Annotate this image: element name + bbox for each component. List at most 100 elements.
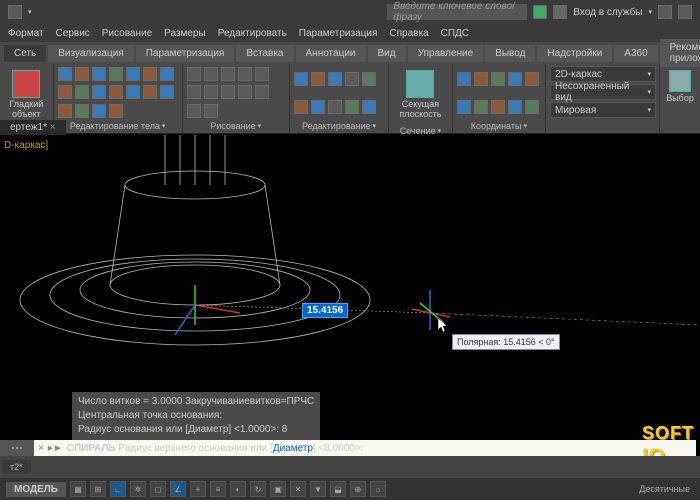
- tool-icon[interactable]: [160, 85, 174, 99]
- cycling-toggle[interactable]: ↻: [250, 481, 266, 497]
- filter-toggle[interactable]: ▼: [310, 481, 326, 497]
- tool-icon[interactable]: [126, 85, 140, 99]
- signin-link[interactable]: Вход в службы: [573, 7, 642, 18]
- tool-icon[interactable]: [362, 100, 376, 114]
- tool-icon[interactable]: [508, 100, 522, 114]
- tool-icon[interactable]: [491, 100, 505, 114]
- search-icon[interactable]: [533, 5, 547, 19]
- tool-icon[interactable]: [255, 67, 269, 81]
- tool-icon[interactable]: [58, 104, 72, 118]
- tool-icon[interactable]: [221, 67, 235, 81]
- tool-icon[interactable]: [204, 67, 218, 81]
- tool-icon[interactable]: [143, 85, 157, 99]
- keyword-search[interactable]: Введите ключевое слово/фразу: [387, 4, 527, 20]
- tool-icon[interactable]: [525, 100, 539, 114]
- ortho-toggle[interactable]: ∟: [110, 481, 126, 497]
- dynamic-input-value[interactable]: 15.4156: [302, 303, 348, 318]
- section-plane-button[interactable]: Секущая плоскость: [393, 66, 448, 124]
- help-icon[interactable]: [678, 5, 692, 19]
- tool-icon[interactable]: [160, 67, 174, 81]
- tool-icon[interactable]: [491, 72, 505, 86]
- tool-icon[interactable]: [311, 100, 325, 114]
- signin-icon[interactable]: [553, 5, 567, 19]
- tool-icon[interactable]: [294, 72, 308, 86]
- lineweight-toggle[interactable]: ≡: [210, 481, 226, 497]
- tool-icon[interactable]: [238, 67, 252, 81]
- tool-icon[interactable]: [92, 104, 106, 118]
- tool-icon[interactable]: [328, 72, 342, 86]
- tool-icon[interactable]: [294, 100, 308, 114]
- tool-icon[interactable]: [75, 67, 89, 81]
- qat-icon[interactable]: [8, 5, 22, 19]
- tool-icon[interactable]: [143, 67, 157, 81]
- tab-parametric[interactable]: Параметризация: [136, 45, 235, 62]
- tool-icon[interactable]: [525, 72, 539, 86]
- menu-parametric[interactable]: Параметризация: [299, 28, 378, 39]
- tab-featured[interactable]: Рекомендованные приложения: [660, 39, 700, 67]
- tab-addins[interactable]: Надстройки: [537, 45, 612, 62]
- tool-icon[interactable]: [457, 72, 471, 86]
- tool-icon[interactable]: [126, 67, 140, 81]
- tool-icon[interactable]: [362, 72, 376, 86]
- tool-icon[interactable]: [457, 100, 471, 114]
- tool-icon[interactable]: [255, 85, 269, 99]
- command-line-handle[interactable]: [0, 440, 34, 456]
- tab-render[interactable]: Визуализация: [48, 45, 133, 62]
- tool-icon[interactable]: [109, 85, 123, 99]
- workspace-toggle[interactable]: ☼: [370, 481, 386, 497]
- tab-manage[interactable]: Управление: [408, 45, 484, 62]
- exchange-icon[interactable]: [658, 5, 672, 19]
- tool-icon[interactable]: [474, 72, 488, 86]
- document-tab[interactable]: ертеж1*: [0, 120, 66, 135]
- tool-icon[interactable]: [328, 100, 342, 114]
- tool-icon[interactable]: [109, 67, 123, 81]
- smooth-object-button[interactable]: Гладкий объект: [4, 66, 49, 124]
- ribbon-label-modify[interactable]: Редактирование: [294, 119, 384, 131]
- tab-view[interactable]: Вид: [368, 45, 406, 62]
- tool-icon[interactable]: [345, 72, 359, 86]
- tool-icon[interactable]: [187, 85, 201, 99]
- units-readout[interactable]: Десятичные: [635, 484, 694, 494]
- tool-icon[interactable]: [345, 100, 359, 114]
- tab-a360[interactable]: A360: [614, 45, 657, 62]
- qat-arrow[interactable]: ▾: [28, 8, 32, 16]
- tool-icon[interactable]: [508, 72, 522, 86]
- 3dosnap-toggle[interactable]: ▣: [270, 481, 286, 497]
- tool-icon[interactable]: [75, 104, 89, 118]
- tool-icon[interactable]: [204, 85, 218, 99]
- menu-format[interactable]: Формат: [8, 28, 44, 39]
- tab-insert[interactable]: Вставка: [236, 45, 293, 62]
- ucs-dropdown[interactable]: Мировая: [550, 102, 656, 118]
- dynucs-toggle[interactable]: ✕: [290, 481, 306, 497]
- menu-edit[interactable]: Редактировать: [218, 28, 287, 39]
- tool-icon[interactable]: [204, 104, 218, 118]
- tool-icon[interactable]: [311, 72, 325, 86]
- tool-icon[interactable]: [187, 104, 201, 118]
- tab-annotate[interactable]: Аннотации: [296, 45, 366, 62]
- dyn-input-toggle[interactable]: +: [190, 481, 206, 497]
- visual-style-dropdown[interactable]: 2D-каркас: [550, 66, 656, 82]
- model-space-button[interactable]: МОДЕЛЬ: [6, 482, 66, 497]
- select-button[interactable]: Выбор: [664, 66, 696, 108]
- menu-service[interactable]: Сервис: [56, 28, 90, 39]
- polar-toggle[interactable]: ✲: [130, 481, 146, 497]
- menu-dimensions[interactable]: Размеры: [164, 28, 206, 39]
- tool-icon[interactable]: [92, 85, 106, 99]
- snap-toggle[interactable]: ⊞: [90, 481, 106, 497]
- tool-icon[interactable]: [58, 67, 72, 81]
- transparency-toggle[interactable]: ◐: [230, 481, 246, 497]
- ribbon-label-draw[interactable]: Рисование: [187, 119, 285, 131]
- tool-icon[interactable]: [92, 67, 106, 81]
- tool-icon[interactable]: [58, 85, 72, 99]
- menu-draw[interactable]: Рисование: [102, 28, 152, 39]
- menu-help[interactable]: Справка: [389, 28, 428, 39]
- tab-output[interactable]: Вывод: [485, 45, 535, 62]
- layout-tab[interactable]: т2*: [2, 460, 31, 474]
- view-dropdown[interactable]: Несохраненный вид: [550, 84, 656, 100]
- cmd-close-icon[interactable]: ×: [38, 443, 44, 454]
- menu-spds[interactable]: СПДС: [441, 28, 469, 39]
- annotation-toggle[interactable]: ⊕: [350, 481, 366, 497]
- tab-mesh[interactable]: Сеть: [4, 45, 46, 62]
- osnap-toggle[interactable]: ◻: [150, 481, 166, 497]
- tool-icon[interactable]: [109, 104, 123, 118]
